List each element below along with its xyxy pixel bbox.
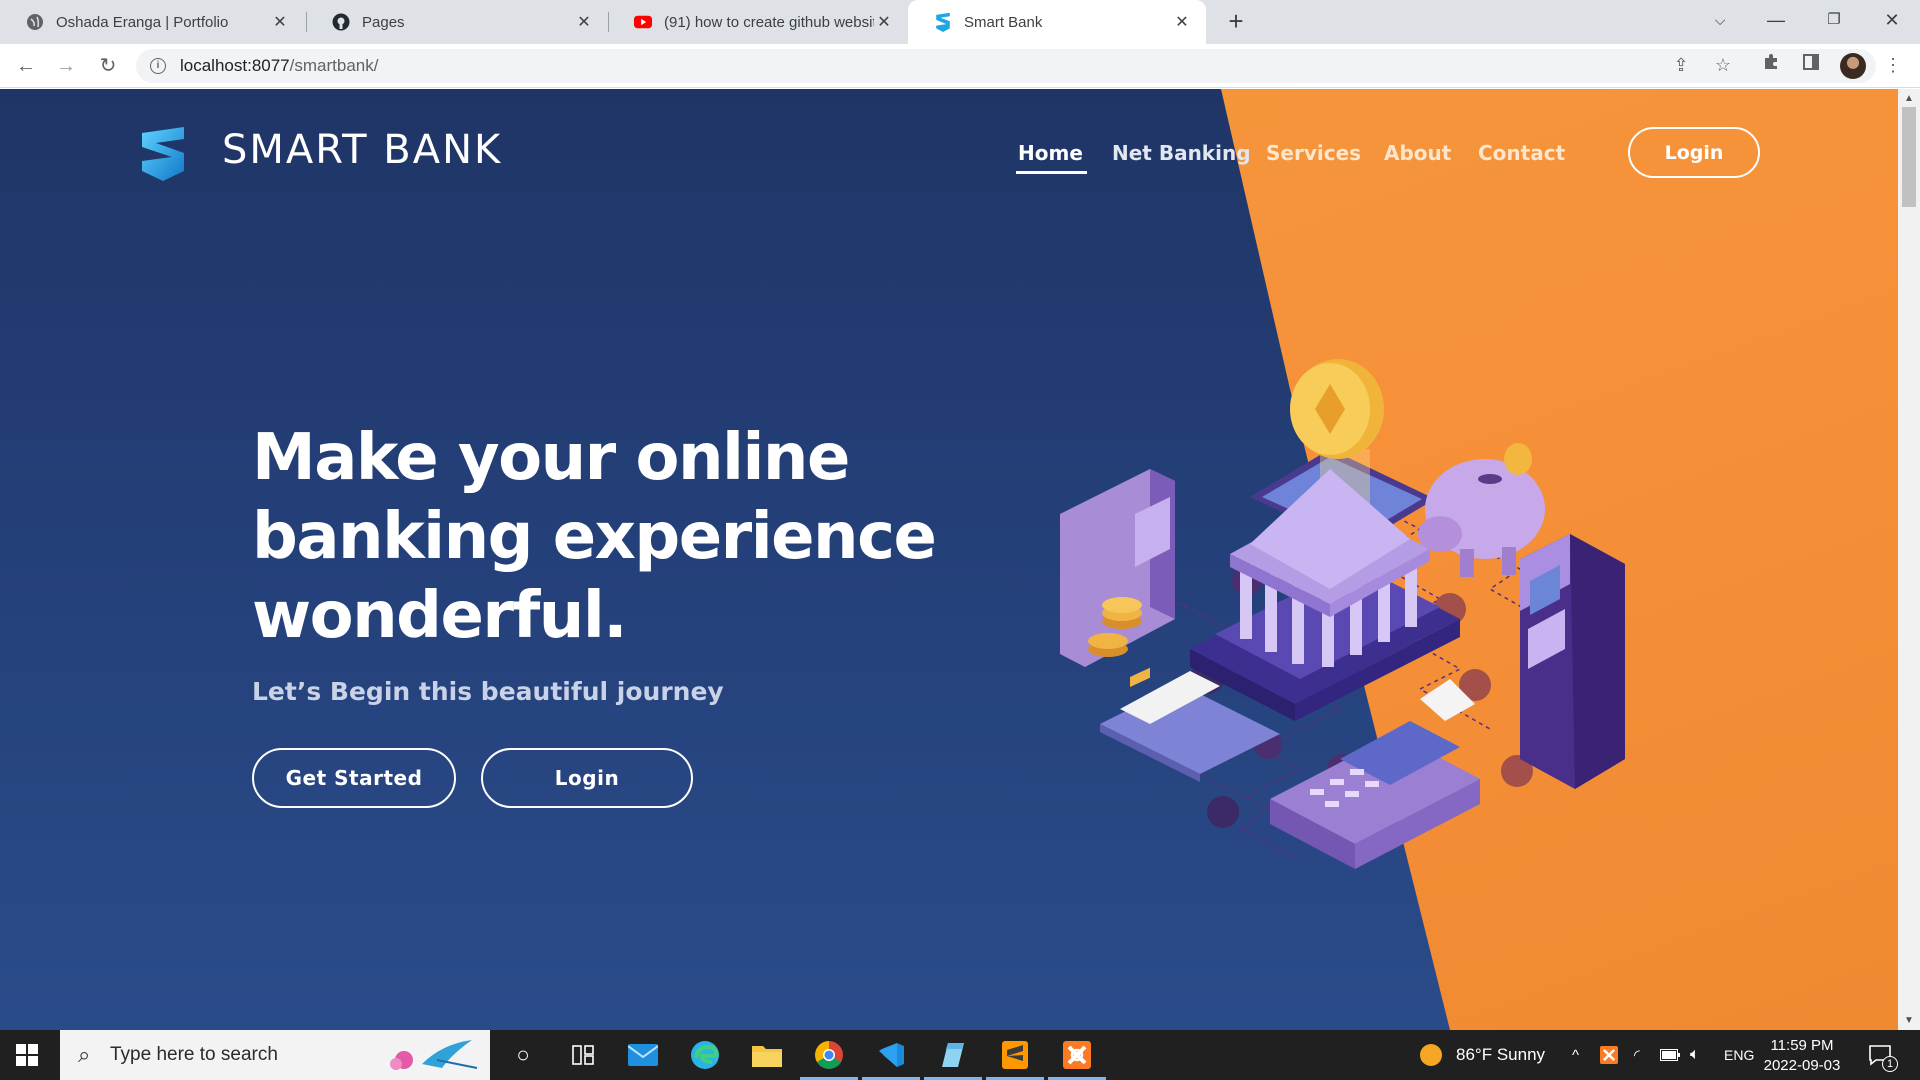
close-tab-icon[interactable]: ✕ <box>574 12 594 32</box>
banking-illustration <box>1060 359 1625 869</box>
search-highlight-hummingbird-icon[interactable] <box>382 1034 482 1076</box>
smartbank-icon <box>934 12 952 32</box>
minimize-icon[interactable]: — <box>1748 0 1804 40</box>
tab-youtube[interactable]: (91) how to create github website ✕ <box>608 0 908 44</box>
notifications-icon[interactable]: 1 <box>1868 1030 1898 1080</box>
nav-services[interactable]: Services <box>1266 141 1361 165</box>
close-tab-icon[interactable]: ✕ <box>874 12 894 32</box>
github-icon <box>332 13 350 31</box>
clock-date: 2022-09-03 <box>1763 1057 1841 1074</box>
tab-search-chevron-icon[interactable]: ⌵ <box>1692 0 1748 40</box>
hero-login-button[interactable]: Login <box>481 748 693 808</box>
wifi-icon[interactable]: ◜ <box>1634 1030 1640 1080</box>
cortana-circle-icon[interactable]: ○ <box>506 1038 540 1072</box>
taskbar-search-box[interactable]: ⌕ Type here to search <box>60 1030 490 1080</box>
page-scrollbar[interactable]: ▲ ▼ <box>1898 89 1920 1030</box>
tab-title: Oshada Eranga | Portfolio <box>56 13 229 31</box>
restore-icon[interactable]: ❐ <box>1806 0 1862 40</box>
globe-icon <box>26 13 44 31</box>
wallet-illustration <box>1060 469 1175 667</box>
nav-contact[interactable]: Contact <box>1478 141 1565 165</box>
search-icon: ⌕ <box>78 1042 91 1067</box>
side-panel-icon[interactable] <box>1798 52 1824 78</box>
web-page: SMART BANK Home Net Banking Services Abo… <box>0 89 1898 1030</box>
tab-title: Pages <box>362 13 405 31</box>
scrollbar-thumb[interactable] <box>1902 107 1916 207</box>
volume-icon[interactable]: 🔈︎ <box>1690 1030 1700 1080</box>
url-host: localhost:8077 <box>180 56 290 75</box>
menu-kebab-icon[interactable]: ⋮ <box>1880 52 1906 78</box>
sublime-text-icon[interactable] <box>986 1038 1044 1080</box>
brand-name[interactable]: SMART BANK <box>222 127 502 173</box>
close-window-icon[interactable]: ✕ <box>1864 0 1920 40</box>
windows-start-icon[interactable] <box>16 1044 38 1066</box>
notepad-app-icon[interactable] <box>924 1038 982 1080</box>
hero-title-line: wonderful. <box>252 579 628 653</box>
reload-icon[interactable]: ↻ <box>94 52 122 80</box>
sun-icon <box>1420 1044 1442 1066</box>
nav-net-banking[interactable]: Net Banking <box>1112 141 1251 165</box>
atm-machine-illustration <box>1520 534 1625 789</box>
chrome-icon[interactable] <box>800 1038 858 1080</box>
xampp-tray-icon[interactable] <box>1600 1030 1618 1080</box>
url-input[interactable]: i localhost:8077/smartbank/ <box>136 49 1876 83</box>
nav-about[interactable]: About <box>1384 141 1451 165</box>
notification-badge: 1 <box>1882 1056 1898 1072</box>
clock-time: 11:59 PM <box>1770 1037 1834 1054</box>
edge-browser-icon[interactable] <box>688 1038 722 1072</box>
search-placeholder: Type here to search <box>110 1044 278 1065</box>
file-explorer-icon[interactable] <box>750 1038 784 1072</box>
close-tab-icon[interactable]: ✕ <box>270 12 290 32</box>
back-arrow-icon[interactable]: ← <box>12 52 40 80</box>
profile-avatar[interactable] <box>1840 53 1866 79</box>
vscode-icon[interactable] <box>862 1038 920 1080</box>
header-login-button[interactable]: Login <box>1628 127 1760 178</box>
task-view-icon[interactable] <box>566 1038 600 1072</box>
hero-subtitle: Let’s Begin this beautiful journey <box>252 677 724 706</box>
tab-title: Smart Bank <box>964 13 1043 31</box>
weather-text: 86°F Sunny <box>1456 1045 1546 1064</box>
scroll-down-arrow-icon[interactable]: ▼ <box>1904 1015 1914 1026</box>
language-indicator[interactable]: ENG <box>1724 1030 1754 1080</box>
xampp-icon[interactable] <box>1048 1038 1106 1080</box>
close-tab-icon[interactable]: ✕ <box>1172 12 1192 32</box>
hero-title-line: banking experience <box>252 500 937 574</box>
hero-title-line: Make your online <box>252 421 850 495</box>
new-tab-button[interactable]: + <box>1220 6 1252 38</box>
forward-arrow-icon[interactable]: → <box>52 52 80 80</box>
system-clock[interactable]: 11:59 PM 2022-09-03 <box>1760 1036 1844 1076</box>
show-hidden-icons-chevron-icon[interactable]: ^ <box>1572 1030 1579 1080</box>
nav-home[interactable]: Home <box>1016 141 1087 174</box>
url-path: /smartbank/ <box>289 56 379 75</box>
smart-bank-logo-icon[interactable] <box>138 125 188 181</box>
share-icon[interactable]: ⇪ <box>1668 52 1694 78</box>
battery-icon[interactable] <box>1660 1030 1680 1080</box>
get-started-button[interactable]: Get Started <box>252 748 456 808</box>
windows-taskbar: ⌕ Type here to search ○ 86°F Sunny ^ ◜ 🔈… <box>0 1030 1920 1080</box>
tab-portfolio[interactable]: Oshada Eranga | Portfolio ✕ <box>0 0 304 44</box>
tab-pages[interactable]: Pages ✕ <box>306 0 608 44</box>
site-info-icon[interactable]: i <box>150 58 166 74</box>
bookmark-star-icon[interactable]: ☆ <box>1710 52 1736 78</box>
tab-smart-bank[interactable]: Smart Bank ✕ <box>908 0 1206 44</box>
hero-title: Make your online banking experience wond… <box>252 419 972 656</box>
tab-title: (91) how to create github website <box>664 13 874 31</box>
address-bar: ← → ↻ i localhost:8077/smartbank/ <box>0 44 1920 88</box>
scroll-up-arrow-icon[interactable]: ▲ <box>1904 93 1914 104</box>
browser-tab-bar: Oshada Eranga | Portfolio ✕ Pages ✕ (91)… <box>0 0 1920 44</box>
weather-widget[interactable]: 86°F Sunny <box>1420 1030 1545 1080</box>
youtube-icon <box>634 13 652 31</box>
extensions-puzzle-icon[interactable] <box>1758 52 1784 78</box>
mail-icon[interactable] <box>626 1038 660 1072</box>
